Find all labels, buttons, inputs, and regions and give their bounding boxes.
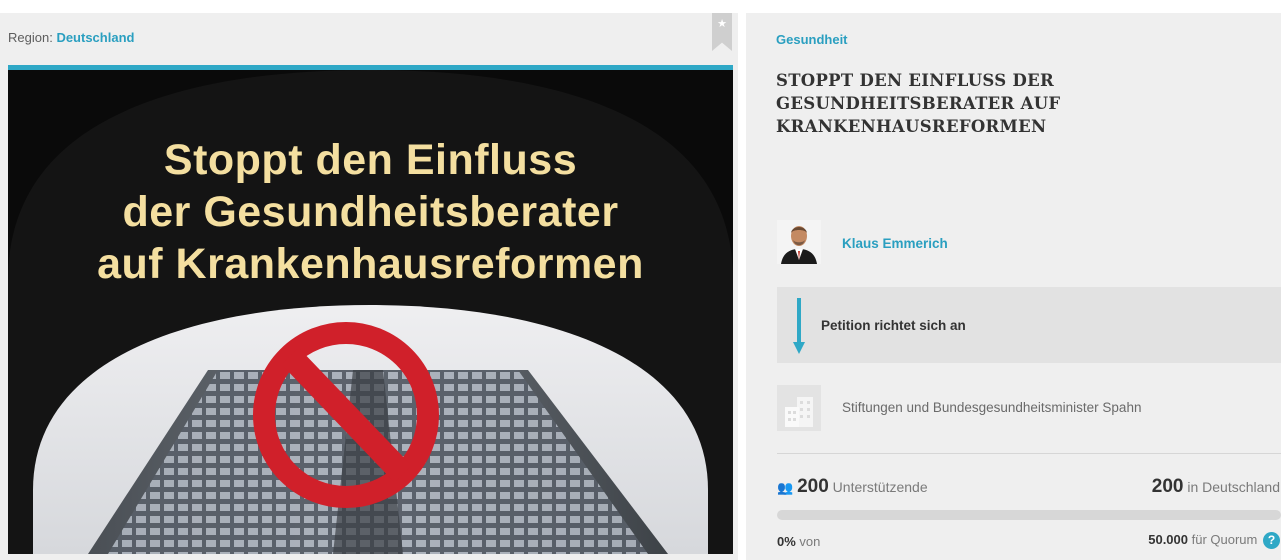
hero-title-line: Stoppt den Einfluss xyxy=(163,136,578,184)
quorum-value: 50.000 xyxy=(1148,532,1188,547)
category-link[interactable]: Gesundheit xyxy=(776,32,848,47)
region-count-number: 200 xyxy=(1151,476,1184,497)
supporters-number: 200 xyxy=(797,476,829,497)
building-icon xyxy=(777,385,821,431)
recipient-text: Stiftungen und Bundesgesundheitsminister… xyxy=(842,400,1142,415)
region-link[interactable]: Deutschland xyxy=(56,30,134,45)
region-count: 200 in Deutschland xyxy=(1152,476,1280,498)
region-info: Region: Deutschland xyxy=(8,30,134,45)
progress-bar xyxy=(777,510,1281,520)
hero-title-line: der Gesundheitsberater xyxy=(122,188,619,236)
progress-percent-suffix: von xyxy=(799,534,821,549)
avatar[interactable] xyxy=(777,220,821,264)
help-icon[interactable]: ? xyxy=(1263,532,1280,550)
quorum-info: 50.000 für Quorum ? xyxy=(1148,532,1280,550)
supporters-label: Unterstützende xyxy=(832,479,928,495)
region-count-label: in Deutschland xyxy=(1187,479,1280,495)
arrow-down-icon xyxy=(793,298,805,354)
hero-title-line: auf Krankenhausreformen xyxy=(97,240,644,288)
progress-percent: 0% von xyxy=(777,534,820,549)
people-icon: 👥 xyxy=(777,480,794,495)
supporters-count: 👥 200 Unterstützende xyxy=(777,476,928,498)
region-label: Region: xyxy=(8,30,53,45)
petition-title: STOPPT DEN EINFLUSS DER GESUNDHEITSBERAT… xyxy=(776,71,1061,136)
petition-image: Stoppt den Einfluss der Gesundheitsberat… xyxy=(8,70,733,554)
quorum-label: für Quorum xyxy=(1191,532,1258,547)
addressed-label: Petition richtet sich an xyxy=(821,318,966,333)
avatar-image xyxy=(777,220,821,264)
divider xyxy=(777,453,1281,454)
author-name[interactable]: Klaus Emmerich xyxy=(842,236,948,251)
hero-title: Stoppt den Einfluss der Gesundheitsberat… xyxy=(8,134,733,290)
progress-percent-value: 0% xyxy=(777,534,796,549)
